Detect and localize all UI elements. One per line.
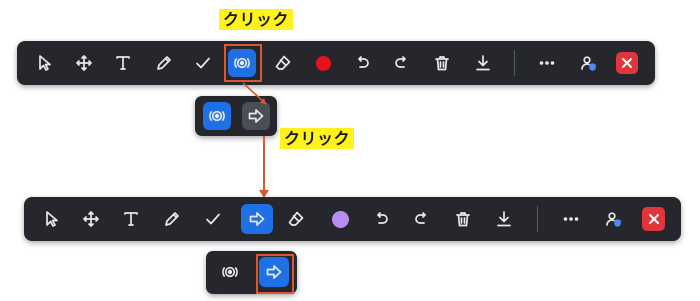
arrow-right-icon xyxy=(266,265,282,279)
download-icon[interactable] xyxy=(469,49,497,77)
arrow-right-icon xyxy=(249,212,265,226)
annotation-arrow-2-line xyxy=(263,136,265,194)
redo-icon[interactable] xyxy=(388,49,416,77)
click-annotation-2: クリック xyxy=(280,128,355,149)
click-annotation-1: クリック xyxy=(219,9,294,30)
trash-icon[interactable] xyxy=(428,49,456,77)
color-dot xyxy=(315,55,331,71)
close-icon xyxy=(648,214,659,224)
undo-icon[interactable] xyxy=(367,205,395,233)
close-button[interactable] xyxy=(616,52,638,74)
pointer-icon[interactable] xyxy=(31,49,59,77)
pointer-icon[interactable] xyxy=(38,205,66,233)
trash-icon[interactable] xyxy=(449,205,477,233)
drawing-toolbar-1 xyxy=(17,41,655,85)
user-shield-icon[interactable] xyxy=(574,49,602,77)
toolbar-divider xyxy=(514,50,515,76)
drawing-toolbar-2 xyxy=(24,197,681,241)
broadcast-icon xyxy=(234,57,250,69)
toolbar-divider xyxy=(537,206,538,232)
pen-icon[interactable] xyxy=(158,205,186,233)
arrow-tool-button[interactable] xyxy=(241,204,273,234)
popover-arrow-option[interactable] xyxy=(259,257,289,287)
text-icon[interactable] xyxy=(117,205,145,233)
text-icon[interactable] xyxy=(109,49,137,77)
close-button[interactable] xyxy=(642,207,665,231)
pen-icon[interactable] xyxy=(150,49,178,77)
check-icon[interactable] xyxy=(199,205,227,233)
close-icon xyxy=(622,58,632,68)
more-icon[interactable] xyxy=(533,49,561,77)
download-icon[interactable] xyxy=(490,205,518,233)
undo-icon[interactable] xyxy=(348,49,376,77)
user-shield-icon[interactable] xyxy=(599,205,627,233)
color-swatch[interactable] xyxy=(309,49,337,77)
redo-icon[interactable] xyxy=(408,205,436,233)
move-icon[interactable] xyxy=(77,205,105,233)
broadcast-icon xyxy=(209,110,225,122)
popover-broadcast-option[interactable] xyxy=(203,102,231,130)
color-swatch[interactable] xyxy=(326,205,354,233)
check-icon[interactable] xyxy=(189,49,217,77)
move-icon[interactable] xyxy=(70,49,98,77)
broadcast-tool-button[interactable] xyxy=(228,49,256,77)
annotation-arrow-1 xyxy=(242,82,267,105)
eraser-icon[interactable] xyxy=(282,205,310,233)
tool-popover-2 xyxy=(206,251,297,294)
broadcast-icon xyxy=(222,266,238,278)
color-dot xyxy=(331,210,349,228)
more-icon[interactable] xyxy=(557,205,585,233)
popover-broadcast-option[interactable] xyxy=(216,258,244,286)
eraser-icon[interactable] xyxy=(269,49,297,77)
